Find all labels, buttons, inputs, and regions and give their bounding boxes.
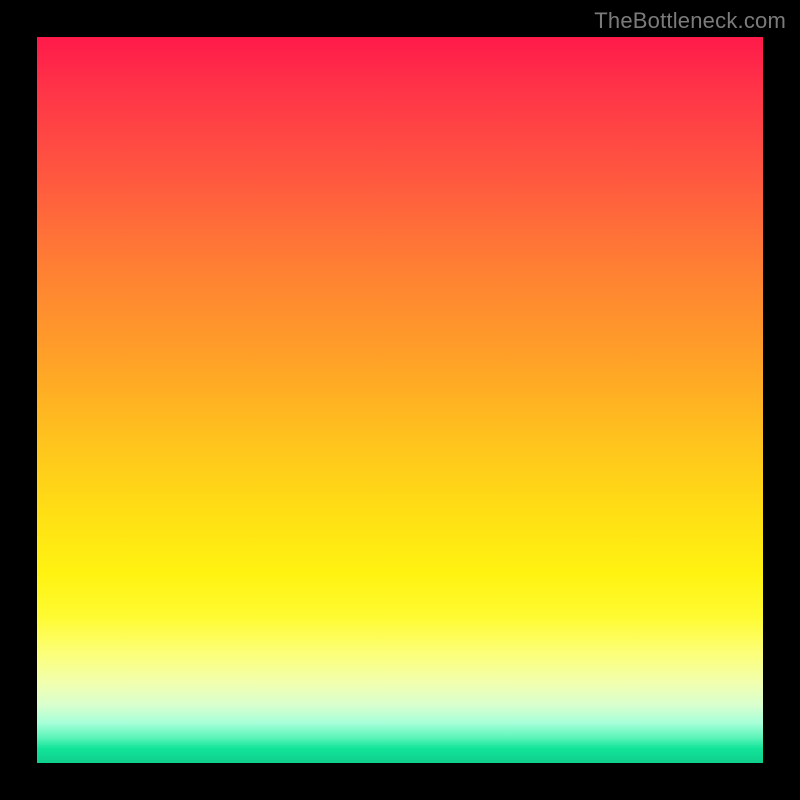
gradient-background (37, 37, 763, 763)
chart-stage: TheBottleneck.com (0, 0, 800, 800)
plot-area (37, 37, 763, 763)
watermark-text: TheBottleneck.com (594, 8, 786, 34)
